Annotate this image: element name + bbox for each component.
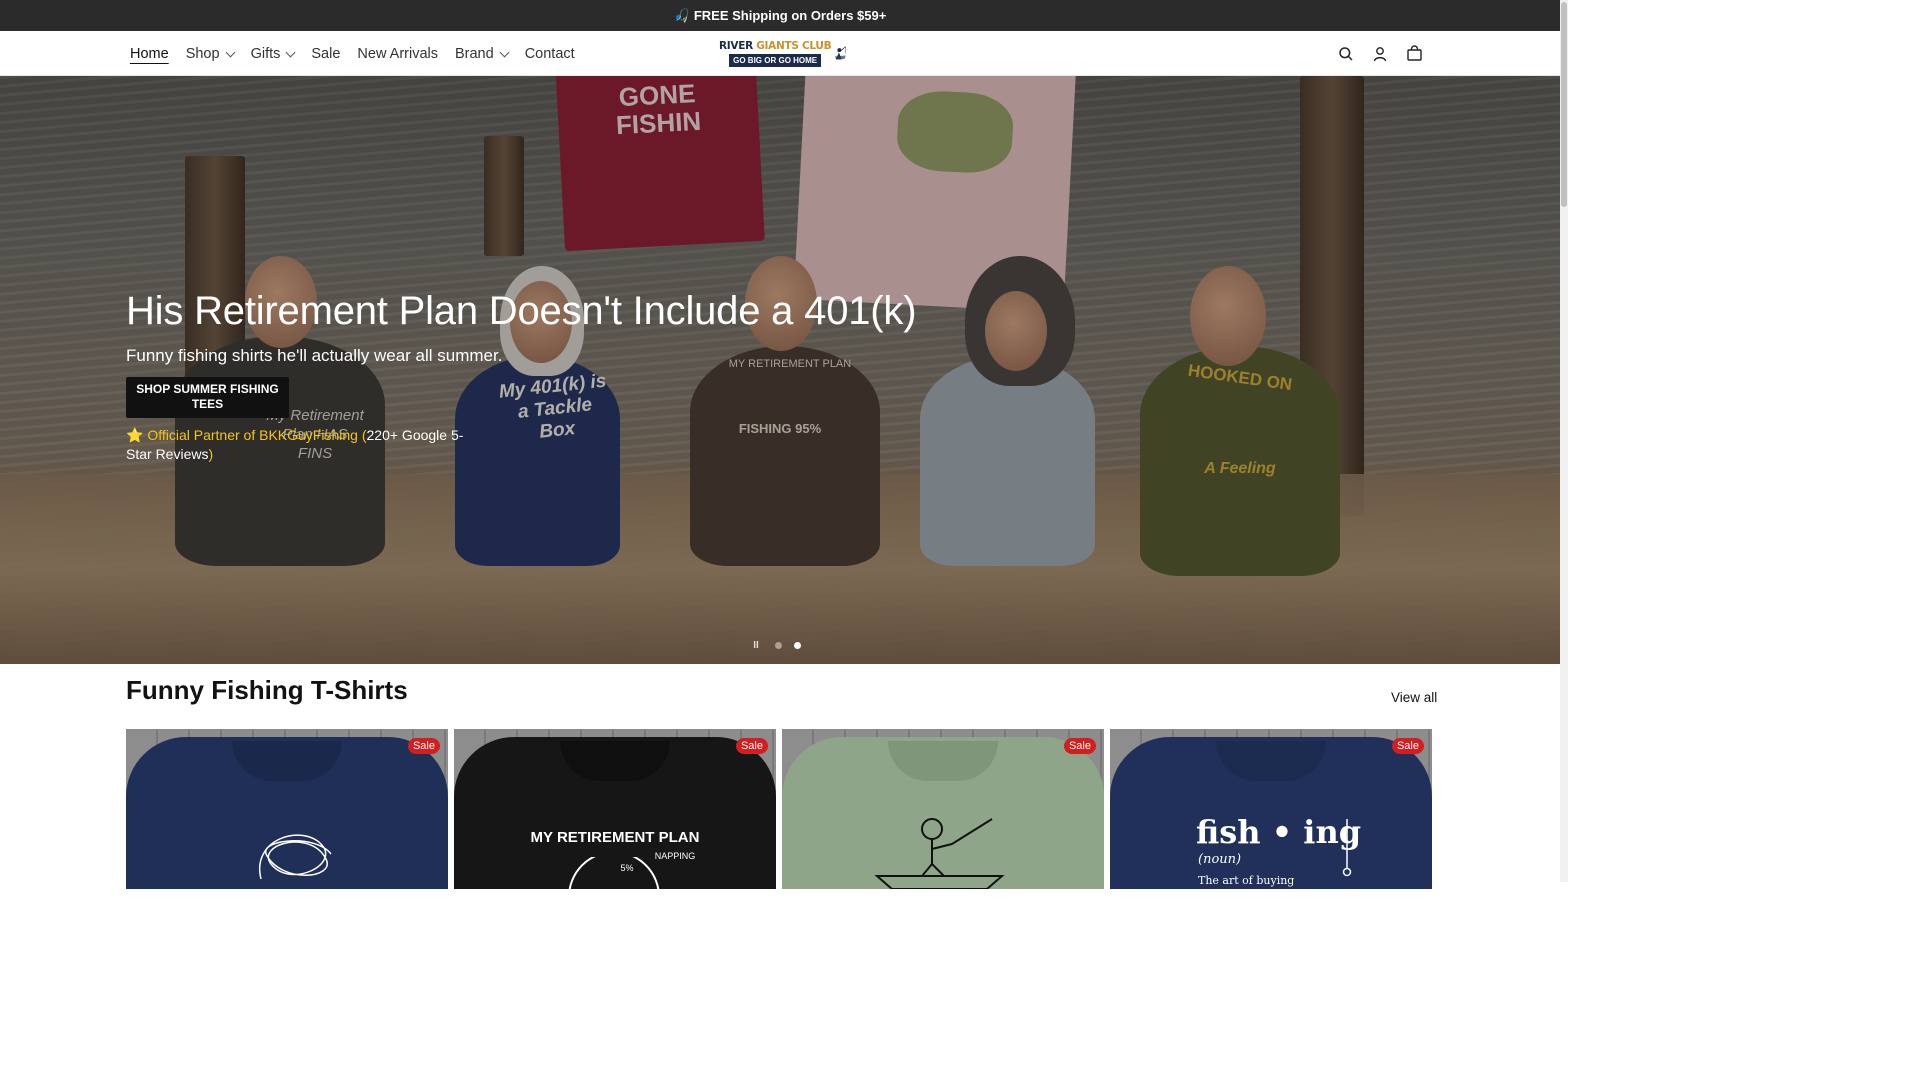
- product-print-title: MY RETIREMENT PLAN: [530, 829, 700, 846]
- product-print-sub: (noun): [1198, 852, 1242, 867]
- hero-title: His Retirement Plan Doesn't Include a 40…: [126, 289, 917, 333]
- announcement-text: FREE Shipping on Orders $59+: [693, 8, 887, 23]
- tangled-line-graphic: [258, 834, 332, 880]
- nav-gifts-label: Gifts: [250, 45, 281, 62]
- scrollbar-thumb[interactable]: [1561, 2, 1567, 207]
- star-icon: ⭐: [126, 427, 144, 443]
- nav-sale[interactable]: Sale: [311, 46, 340, 62]
- nav-home-label: Home: [130, 45, 169, 62]
- nav-contact-label: Contact: [524, 45, 575, 62]
- chevron-down-icon: [225, 47, 236, 57]
- nav-shop[interactable]: Shop: [185, 45, 236, 62]
- page-scrollbar[interactable]: [1560, 0, 1568, 882]
- view-all-link[interactable]: View all: [1391, 690, 1437, 705]
- product-print-line: The art of buying: [1198, 874, 1295, 887]
- logo-title-a: RIVER: [719, 39, 757, 52]
- nav-gifts[interactable]: Gifts: [250, 45, 296, 62]
- cart-icon[interactable]: [1404, 44, 1424, 64]
- nav-brand-label: Brand: [454, 45, 494, 62]
- product-card[interactable]: Sale: [782, 729, 1104, 889]
- product-card[interactable]: Sale: [126, 729, 448, 889]
- product-card[interactable]: fish • ing (noun) The art of buying Sale: [1110, 729, 1432, 889]
- collection-title: Funny Fishing T-Shirts: [126, 675, 408, 705]
- slideshow-controls: II: [749, 640, 801, 651]
- partner-paren-open: (: [357, 427, 367, 443]
- stick-fisherman-graphic: [874, 818, 1005, 889]
- sale-badge: Sale: [407, 738, 440, 754]
- product-grid: Sale MY RETIREMENT PLAN NAPPING 5% Sale …: [126, 729, 1432, 889]
- site-header: Home Shop Gifts Sale New Arrivals Brand …: [0, 31, 1560, 76]
- search-icon[interactable]: [1336, 44, 1356, 64]
- nav-shop-label: Shop: [185, 45, 220, 62]
- nav-new-arrivals[interactable]: New Arrivals: [357, 46, 438, 62]
- sale-badge: Sale: [735, 738, 768, 754]
- nav-home[interactable]: Home: [130, 46, 169, 62]
- fisherman-icon: [835, 46, 847, 60]
- account-icon[interactable]: [1370, 44, 1390, 64]
- partner-link[interactable]: Official Partner of BKKGuyFishing: [147, 427, 358, 443]
- logo-title-b: GIANTS CLUB: [756, 39, 832, 52]
- header-icons: [1336, 31, 1424, 76]
- nav-contact[interactable]: Contact: [525, 46, 575, 62]
- hero-partner-note: ⭐ Official Partner of BKKGuyFishing (220…: [126, 426, 466, 464]
- partner-paren-close: ): [208, 446, 214, 462]
- nav-brand[interactable]: Brand: [454, 45, 510, 62]
- chevron-down-icon: [285, 47, 296, 57]
- pie-chart-graphic: [568, 857, 660, 889]
- product-card[interactable]: MY RETIREMENT PLAN NAPPING 5% Sale: [454, 729, 776, 889]
- pause-icon[interactable]: II: [749, 640, 763, 651]
- announcement-bar: 🎣 FREE Shipping on Orders $59+: [0, 0, 1560, 31]
- sale-badge: Sale: [1391, 738, 1424, 754]
- hero-content: His Retirement Plan Doesn't Include a 40…: [126, 288, 946, 464]
- main-nav: Home Shop Gifts Sale New Arrivals Brand …: [130, 31, 575, 76]
- fishing-pole-icon: 🎣: [673, 7, 690, 23]
- product-print-title: fish • ing: [1196, 813, 1362, 851]
- fishing-hook-graphic: [1342, 819, 1352, 877]
- logo-title: RIVER GIANTS CLUB: [719, 39, 832, 52]
- sale-badge: Sale: [1063, 738, 1096, 754]
- nav-new-arrivals-label: New Arrivals: [357, 45, 438, 62]
- hero-subtitle: Funny fishing shirts he'll actually wear…: [126, 346, 503, 365]
- nav-sale-label: Sale: [311, 45, 341, 62]
- site-logo[interactable]: RIVER GIANTS CLUB GO BIG OR GO HOME: [719, 37, 847, 69]
- slide-dot-1[interactable]: [775, 642, 782, 649]
- hero-slideshow: GONE FISHIN My 401(k) is a Tackle Box MY…: [0, 76, 1560, 664]
- chevron-down-icon: [499, 47, 510, 57]
- logo-tagline: GO BIG OR GO HOME: [729, 53, 822, 67]
- shop-summer-fishing-tees-button[interactable]: SHOP SUMMER FISHING TEES: [126, 377, 289, 418]
- slide-dot-2[interactable]: [794, 642, 801, 649]
